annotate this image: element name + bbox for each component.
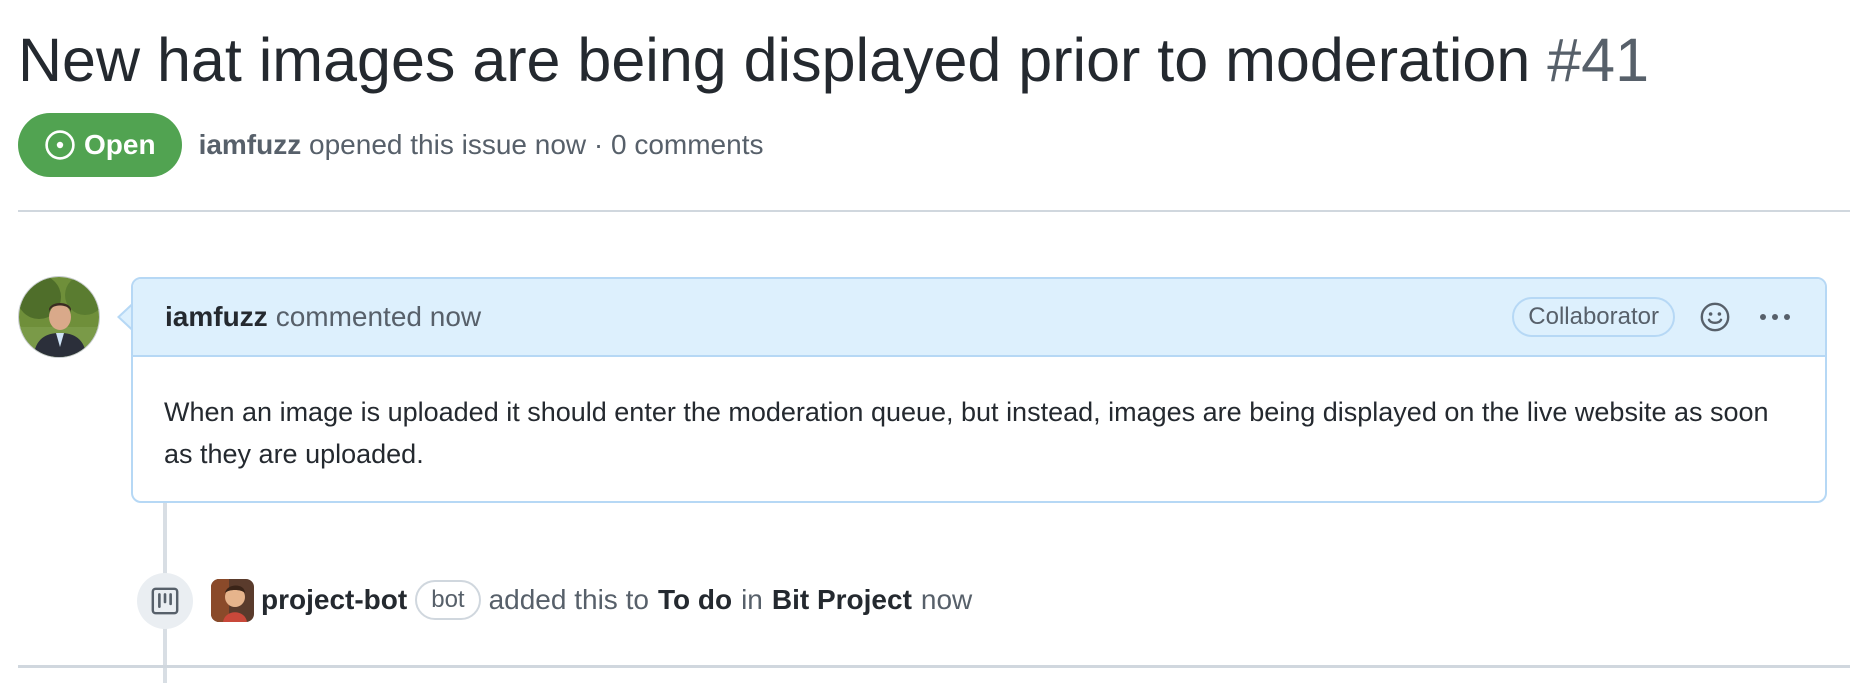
role-badge: Collaborator [1512,297,1675,337]
issue-state-badge: Open [18,113,182,177]
kebab-horizontal-icon [1760,314,1790,320]
issue-title: New hat images are being displayed prior… [18,26,1531,94]
event-badge [137,573,193,629]
issue-author-link[interactable]: iamfuzz [199,129,302,160]
comment-header: iamfuzz commented now Collaborator [133,279,1825,357]
issue-opened-icon [45,130,75,160]
issue-title-row: New hat images are being displayed prior… [18,20,1649,100]
project-icon [151,587,179,615]
comment-author-link[interactable]: iamfuzz [165,301,268,333]
event-time: now [920,584,973,615]
comment-options-button[interactable] [1755,297,1795,337]
issue-page: New hat images are being displayed prior… [0,0,1850,683]
issue-state-label: Open [84,129,156,160]
bottom-divider [18,665,1850,668]
issue-opened-text: opened this issue now · 0 comments [309,129,764,160]
comment-body: When an image is uploaded it should ente… [164,397,1769,469]
event-added-text: added this to [488,584,649,615]
bot-badge: bot [415,580,481,620]
event-actor-link[interactable]: project-bot [261,584,407,616]
comment-action-text: commented now [275,301,482,332]
bot-avatar-image [211,579,254,622]
event-column-link[interactable]: To do [658,584,732,616]
issue-meta-text: iamfuzz opened this issue now · 0 commen… [199,129,764,161]
avatar[interactable] [18,276,100,358]
timeline-event: project-bot bot added this to To do in B… [261,578,972,622]
avatar-image [19,277,99,357]
header-divider [18,210,1850,212]
event-project-link[interactable]: Bit Project [772,584,912,616]
event-in-text: in [741,584,763,615]
smiley-icon [1700,302,1730,332]
issue-meta: Open iamfuzz opened this issue now · 0 c… [18,113,763,177]
issue-number: #41 [1547,26,1650,94]
bot-avatar[interactable] [211,579,254,622]
comment-box: iamfuzz commented now Collaborator When … [131,277,1827,503]
add-reaction-button[interactable] [1695,297,1735,337]
